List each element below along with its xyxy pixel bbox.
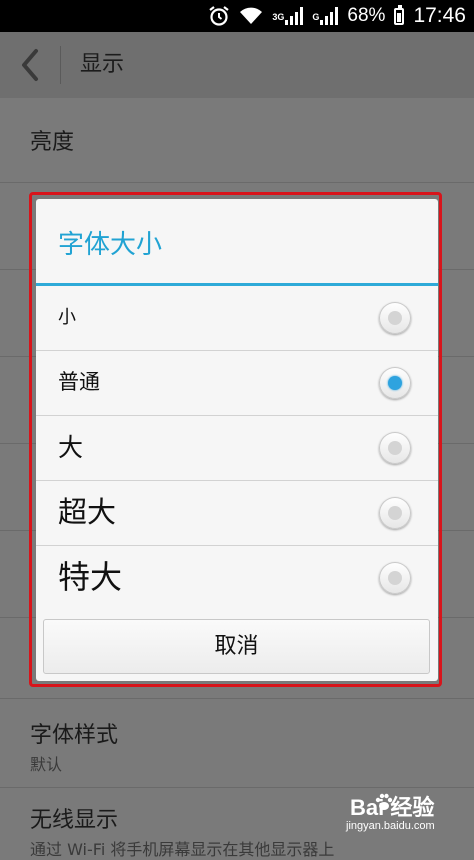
option-label: 特大 (58, 558, 123, 596)
radio-button[interactable] (379, 302, 411, 334)
radio-button[interactable] (379, 432, 411, 464)
font-size-option-small[interactable]: 小 (36, 286, 438, 351)
settings-item-description: 通过 Wi-Fi 将手机屏幕显示在其他显示器上 (30, 840, 335, 859)
chevron-left-icon[interactable] (16, 48, 46, 82)
font-size-dialog: 字体大小 小 普通 大 超大 特大 取消 (36, 199, 438, 681)
signal-icon-g: G (312, 7, 339, 25)
option-label: 大 (58, 433, 84, 462)
font-size-option-extra-large[interactable]: 超大 (36, 481, 438, 546)
settings-item-brightness[interactable]: 亮度 (0, 98, 474, 183)
font-size-option-large[interactable]: 大 (36, 416, 438, 481)
option-label: 超大 (58, 495, 117, 529)
radio-button[interactable] (379, 497, 411, 529)
dialog-title: 字体大小 (58, 230, 163, 260)
clock: 17:46 (413, 4, 466, 27)
radio-button[interactable] (379, 562, 411, 594)
font-size-option-normal[interactable]: 普通 (36, 351, 438, 416)
settings-item-value: 默认 (30, 755, 63, 774)
paw-icon (374, 792, 394, 812)
font-size-option-huge[interactable]: 特大 (36, 546, 438, 611)
page-title: 显示 (80, 52, 125, 77)
option-label: 普通 (58, 370, 100, 394)
watermark-url: jingyan.baidu.com (346, 820, 435, 832)
settings-item-font-style[interactable]: 字体样式 默认 (0, 699, 474, 788)
wifi-icon (239, 6, 263, 26)
radio-button-checked[interactable] (379, 367, 411, 399)
action-bar: 显示 (0, 32, 474, 98)
status-icons: 3G G 68% 17:46 (208, 0, 466, 32)
signal-icon-3g: 3G (272, 7, 304, 25)
settings-item-label: 亮度 (30, 130, 75, 155)
header-divider (60, 46, 61, 84)
settings-item-label: 无线显示 (30, 808, 119, 833)
status-bar: 3G G 68% 17:46 (0, 0, 474, 32)
battery-percent: 68% (347, 5, 386, 26)
alarm-icon (208, 5, 230, 27)
baidu-jingyan-watermark: Bai 经验 jingyan.baidu.com (322, 790, 462, 840)
settings-item-label: 字体样式 (30, 723, 119, 748)
option-label: 小 (58, 307, 76, 328)
cancel-button[interactable]: 取消 (43, 619, 430, 674)
battery-icon (394, 4, 405, 25)
